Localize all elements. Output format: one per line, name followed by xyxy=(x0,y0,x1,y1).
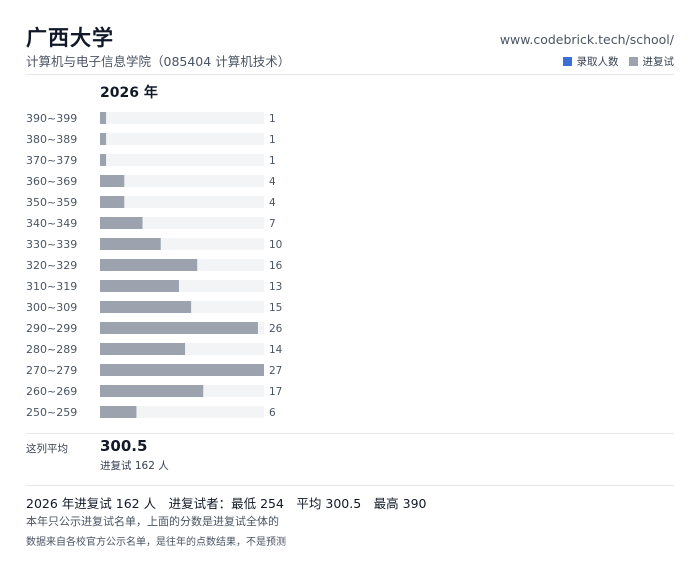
category-label: 350~359 xyxy=(26,196,77,209)
category-label: 310~319 xyxy=(26,280,77,293)
legend-item-admitted: 录取人数 xyxy=(562,54,619,69)
bar-retest[interactable] xyxy=(100,217,143,229)
bar-retest[interactable] xyxy=(100,196,125,208)
bar-track xyxy=(100,133,264,145)
header-divider xyxy=(26,74,674,75)
legend-label-retest: 进复试 xyxy=(642,56,675,68)
summary-line: 2026 年进复试 162 人 进复试者：最低 254 平均 300.5 最高 … xyxy=(26,496,427,511)
category-label: 390~399 xyxy=(26,112,77,125)
legend-item-retest: 进复试 xyxy=(628,54,675,69)
note-line-2: 数据来自各校官方公示名单，是往年的点数结果，不是预测 xyxy=(26,537,286,548)
bar-retest[interactable] xyxy=(100,280,179,292)
bar-retest[interactable] xyxy=(100,112,107,124)
legend-swatch-admitted xyxy=(562,57,572,66)
chart-title-year: 2026 年 xyxy=(100,85,158,101)
program-subtitle: 计算机与电子信息学院（085404 计算机技术） xyxy=(26,54,291,69)
bar-retest[interactable] xyxy=(100,301,192,313)
bar-value-label: 17 xyxy=(269,386,282,398)
score-distribution-chart: 390~399 1 380~389 1 370~379 1 360~369 4 350~359 4… xyxy=(26,112,283,419)
average-value: 300.5 xyxy=(100,437,148,455)
bar-track xyxy=(100,175,264,187)
bar-track xyxy=(100,154,264,166)
category-label: 290~299 xyxy=(26,322,77,335)
category-label: 320~329 xyxy=(26,259,77,272)
bar-value-label: 4 xyxy=(269,176,276,188)
bar-track xyxy=(100,196,264,208)
school-title: 广西大学 xyxy=(26,26,114,50)
category-label: 370~379 xyxy=(26,154,77,167)
legend-label-admitted: 录取人数 xyxy=(576,56,619,68)
bar-value-label: 27 xyxy=(269,365,282,377)
bar-retest[interactable] xyxy=(100,385,204,397)
site-url[interactable]: www.codebrick.tech/school/ xyxy=(500,32,674,47)
category-label: 270~279 xyxy=(26,364,77,377)
category-label: 250~259 xyxy=(26,406,77,419)
average-label: 这列平均 xyxy=(26,443,68,455)
category-label: 380~389 xyxy=(26,133,77,146)
bar-value-label: 7 xyxy=(269,218,276,230)
bar-retest[interactable] xyxy=(100,259,198,271)
note-line-1: 本年只公示进复试名单，上面的分数是进复试全体的 xyxy=(26,515,279,528)
bar-value-label: 4 xyxy=(269,197,276,209)
bar-value-label: 10 xyxy=(269,239,282,251)
category-label: 300~309 xyxy=(26,301,77,314)
bar-value-label: 1 xyxy=(269,134,276,146)
category-label: 280~289 xyxy=(26,343,77,356)
bar-retest[interactable] xyxy=(100,364,264,376)
chart-legend: 录取人数 进复试 xyxy=(562,54,675,69)
category-label: 330~339 xyxy=(26,238,77,251)
bar-value-label: 13 xyxy=(269,281,282,293)
bar-value-label: 26 xyxy=(269,323,283,335)
category-label: 260~269 xyxy=(26,385,77,398)
bar-retest[interactable] xyxy=(100,154,107,166)
bar-value-label: 16 xyxy=(269,260,283,272)
bar-value-label: 14 xyxy=(269,344,283,356)
bar-value-label: 1 xyxy=(269,113,276,125)
legend-swatch-retest xyxy=(628,57,638,66)
bar-retest[interactable] xyxy=(100,322,258,334)
bar-retest[interactable] xyxy=(100,406,137,418)
bar-value-label: 6 xyxy=(269,407,276,419)
average-sub: 进复试 162 人 xyxy=(100,460,169,472)
bar-retest[interactable] xyxy=(100,175,125,187)
bar-value-label: 15 xyxy=(269,302,282,314)
bar-retest[interactable] xyxy=(100,343,186,355)
bar-retest[interactable] xyxy=(100,133,107,145)
bar-retest[interactable] xyxy=(100,238,161,250)
category-label: 340~349 xyxy=(26,217,77,230)
category-label: 360~369 xyxy=(26,175,77,188)
average-divider xyxy=(26,433,674,434)
bar-value-label: 1 xyxy=(269,155,276,167)
footer-divider xyxy=(26,485,674,486)
bar-track xyxy=(100,112,264,124)
